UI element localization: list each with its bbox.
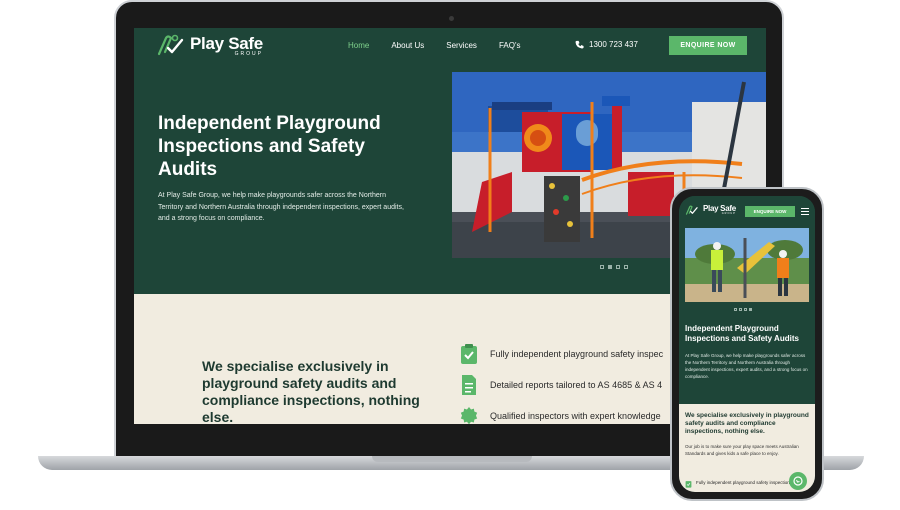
carousel-dot[interactable] <box>600 265 604 269</box>
chat-icon <box>793 476 803 486</box>
logo-mark-icon <box>685 205 698 215</box>
phone-link[interactable]: 1300 723 437 <box>575 40 638 49</box>
carousel-dot[interactable] <box>734 308 737 311</box>
logo-sub: GROUP <box>721 212 736 216</box>
feature-text: Detailed reports tailored to AS 4685 & A… <box>490 379 663 390</box>
mobile-feature-item: Fully independent playground safety insp… <box>685 480 795 488</box>
document-icon <box>462 374 476 395</box>
mobile-enquire-button[interactable]: ENQUIRE NOW <box>745 206 795 217</box>
logo-name: Play Safe <box>190 34 263 53</box>
mobile-site: Play Safe GROUP ENQUIRE NOW Independent … <box>679 196 815 492</box>
phone-frame: Play Safe GROUP ENQUIRE NOW Independent … <box>670 187 824 501</box>
mobile-carousel-dots <box>734 308 752 311</box>
carousel-dot[interactable] <box>624 265 628 269</box>
clipboard-check-icon <box>685 481 692 488</box>
feature-item: Qualified inspectors with expert knowled… <box>460 400 663 424</box>
intro-heading: We specialise exclusively in playground … <box>202 358 420 424</box>
mobile-intro-section: We specialise exclusively in playground … <box>679 404 815 492</box>
inspectors-photo <box>685 228 809 302</box>
mobile-feature-text: Fully independent playground safety insp… <box>696 480 793 485</box>
clipboard-check-icon <box>461 343 477 364</box>
feature-text: Qualified inspectors with expert knowled… <box>490 410 661 421</box>
enquire-now-button[interactable]: ENQUIRE NOW <box>669 36 747 55</box>
chat-button[interactable] <box>789 472 807 490</box>
badge-icon <box>460 406 478 424</box>
mobile-hero-image[interactable] <box>685 228 809 302</box>
main-nav: Home About Us Services FAQ's <box>348 41 520 50</box>
mobile-header: Play Safe GROUP ENQUIRE NOW <box>679 196 815 224</box>
mobile-logo[interactable]: Play Safe GROUP <box>685 205 736 216</box>
carousel-dot[interactable] <box>616 265 620 269</box>
carousel-dot-active[interactable] <box>749 308 752 311</box>
feature-item: Detailed reports tailored to AS 4685 & A… <box>460 369 663 400</box>
laptop-notch <box>372 456 532 462</box>
carousel-dot[interactable] <box>744 308 747 311</box>
nav-services[interactable]: Services <box>446 41 477 50</box>
phone-icon <box>575 40 584 49</box>
carousel-dots <box>600 265 628 269</box>
feature-list: Fully independent playground safety insp… <box>460 338 663 424</box>
mobile-intro-body: Our job is to make sure your play space … <box>685 444 799 456</box>
hero-title: Independent Playground Inspections and S… <box>158 113 381 180</box>
nav-faqs[interactable]: FAQ's <box>499 41 521 50</box>
logo-mark-icon <box>157 34 184 56</box>
nav-home[interactable]: Home <box>348 41 369 50</box>
mobile-hero-title: Independent Playground Inspections and S… <box>685 324 799 343</box>
mobile-intro-heading: We specialise exclusively in playground … <box>685 412 809 435</box>
device-mockup: Play Safe GROUP Home About Us Services F… <box>0 0 900 510</box>
phone-number: 1300 723 437 <box>589 40 638 49</box>
laptop-camera <box>449 16 454 21</box>
hero-description: At Play Safe Group, we help make playgro… <box>158 192 404 222</box>
site-header: Play Safe GROUP Home About Us Services F… <box>134 28 766 68</box>
mobile-hero-description: At Play Safe Group, we help make playgro… <box>685 353 808 379</box>
nav-about-us[interactable]: About Us <box>391 41 424 50</box>
carousel-dot-active[interactable] <box>608 265 612 269</box>
logo[interactable]: Play Safe GROUP <box>156 34 263 58</box>
carousel-dot[interactable] <box>739 308 742 311</box>
feature-text: Fully independent playground safety insp… <box>490 348 664 359</box>
hamburger-menu-icon[interactable] <box>801 208 809 217</box>
feature-item: Fully independent playground safety insp… <box>460 338 663 369</box>
